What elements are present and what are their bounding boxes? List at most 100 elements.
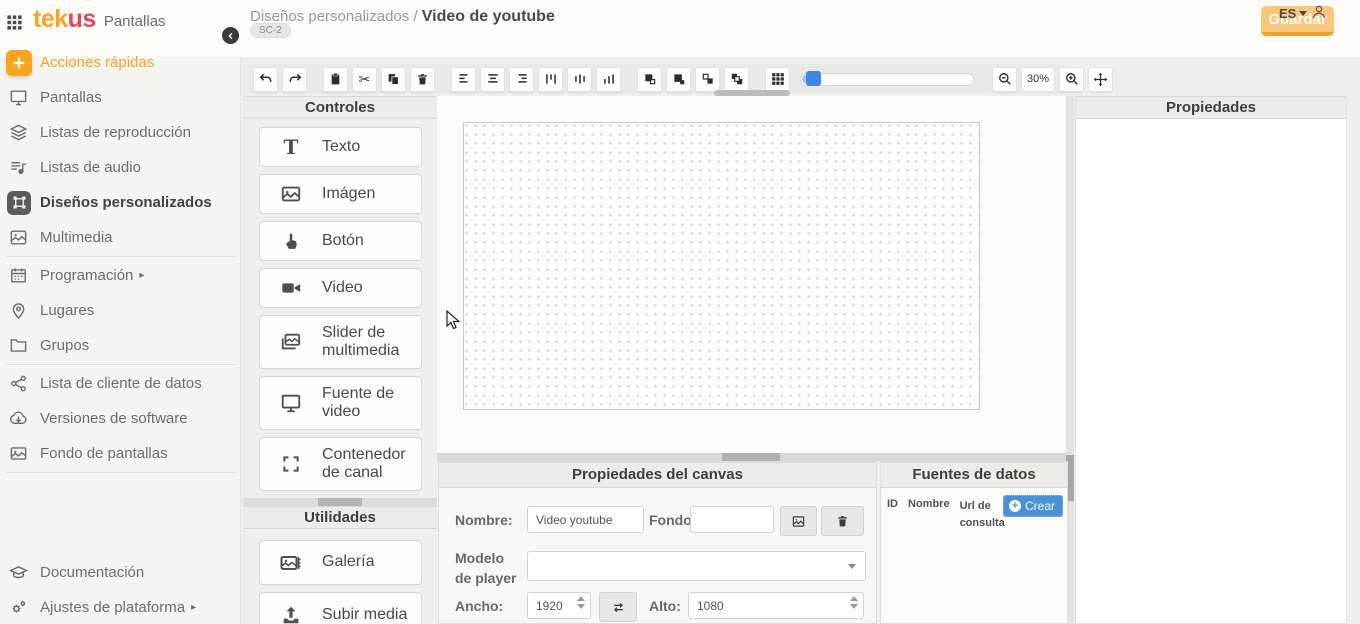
alto-input[interactable] xyxy=(689,593,853,618)
cut-button[interactable]: ✂ xyxy=(352,67,377,92)
transform-icon xyxy=(7,191,31,215)
sidebar-item-disenos-personalizados[interactable]: Diseños personalizados xyxy=(0,185,240,220)
grid-toggle-button[interactable] xyxy=(765,67,790,92)
fondo-input[interactable] xyxy=(690,506,774,533)
sidebar-item-grupos[interactable]: Grupos xyxy=(0,328,240,363)
utilities-panel-title: Utilidades xyxy=(243,506,437,529)
ancho-stepper[interactable] xyxy=(527,592,591,619)
design-canvas[interactable] xyxy=(463,122,980,410)
sidebar-item-versiones-software[interactable]: Versiones de software xyxy=(0,401,240,436)
logo-context-label: Pantallas xyxy=(104,13,166,30)
calendar-icon xyxy=(8,266,28,286)
paste-button[interactable] xyxy=(323,67,348,92)
alto-stepper[interactable] xyxy=(688,592,864,619)
send-to-back-icon xyxy=(730,72,744,86)
ancho-label: Ancho: xyxy=(455,598,503,614)
splitter-handle[interactable] xyxy=(722,453,780,461)
canvas-workspace[interactable] xyxy=(437,96,1066,453)
modelo-player-select[interactable] xyxy=(527,551,866,581)
align-right-button[interactable] xyxy=(509,67,534,92)
nombre-input[interactable] xyxy=(527,506,644,533)
waffle-menu-icon[interactable] xyxy=(6,14,23,31)
control-video-button[interactable]: Video xyxy=(259,268,422,308)
crear-button[interactable]: + Crear xyxy=(1003,495,1063,517)
zoom-slider[interactable] xyxy=(800,73,974,86)
sidebar-item-lista-cliente-datos[interactable]: Lista de cliente de datos xyxy=(0,366,240,401)
folder-icon xyxy=(8,336,28,356)
align-left-button[interactable] xyxy=(451,67,476,92)
fondo-image-button[interactable] xyxy=(780,506,817,536)
pan-move-button[interactable] xyxy=(1088,67,1113,92)
copy-button[interactable] xyxy=(381,67,406,92)
control-slider-multimedia-button[interactable]: Slider de multimedia xyxy=(259,315,422,369)
distribute-bottom-button[interactable] xyxy=(596,67,621,92)
sidebar-item-programacion[interactable]: Programación ▸ xyxy=(0,258,240,293)
pointer-hand-icon xyxy=(278,228,304,254)
send-backward-button[interactable] xyxy=(695,67,720,92)
distribute-top-button[interactable] xyxy=(538,67,563,92)
control-contenedor-canal-button[interactable]: Contenedor de canal xyxy=(259,437,422,491)
video-camera-icon xyxy=(278,275,304,301)
user-icon[interactable] xyxy=(1311,4,1327,20)
stepper-arrows-icon[interactable] xyxy=(847,596,861,609)
sidebar-item-listas-reproduccion[interactable]: Listas de reproducción xyxy=(0,115,240,150)
send-to-back-button[interactable] xyxy=(724,67,749,92)
distribute-bottom-icon xyxy=(602,72,616,86)
alto-label: Alto: xyxy=(649,598,681,614)
horizontal-scrollbar-thumb[interactable] xyxy=(714,90,790,96)
control-fuente-video-button[interactable]: Fuente de video xyxy=(259,376,422,430)
utility-galeria-button[interactable]: Galería xyxy=(259,540,422,585)
scissors-icon: ✂ xyxy=(359,72,371,86)
ancho-input[interactable] xyxy=(528,593,580,618)
audio-list-icon xyxy=(8,158,28,178)
logo-row: tekus Pantallas xyxy=(0,0,166,34)
undo-icon xyxy=(259,72,273,86)
sidebar-item-documentacion[interactable]: Documentación xyxy=(0,555,240,590)
bring-to-front-button[interactable] xyxy=(637,67,662,92)
map-pin-icon xyxy=(8,301,28,321)
redo-button[interactable] xyxy=(282,67,307,92)
splitter-handle[interactable] xyxy=(318,498,362,506)
sidebar-item-multimedia[interactable]: Multimedia xyxy=(0,220,240,255)
sidebar-item-lugares[interactable]: Lugares xyxy=(0,293,240,328)
delete-button[interactable] xyxy=(410,67,435,92)
column-url: Url de consulta xyxy=(960,498,1006,531)
text-icon: T xyxy=(278,134,304,160)
align-center-button[interactable] xyxy=(480,67,505,92)
chevron-down-icon xyxy=(1299,11,1307,16)
breadcrumb-separator: / xyxy=(413,8,417,25)
swap-dimensions-button[interactable] xyxy=(599,592,637,622)
sidebar-item-label: Lista de cliente de datos xyxy=(40,375,202,392)
sidebar-collapse-button[interactable] xyxy=(222,27,239,44)
utility-subir-media-button[interactable]: Subir media xyxy=(259,592,422,624)
column-nombre: Nombre xyxy=(908,498,950,531)
sidebar-item-listas-audio[interactable]: Listas de audio xyxy=(0,150,240,185)
app-logo[interactable]: tekus xyxy=(33,5,96,34)
move-icon xyxy=(1093,72,1108,87)
sidebar-item-fondo-pantallas[interactable]: Fondo de pantallas xyxy=(0,436,240,471)
zoom-out-button[interactable] xyxy=(992,67,1017,92)
control-imagen-button[interactable]: Imágen xyxy=(259,174,422,214)
screen-code-badge: SC-2 xyxy=(250,23,291,38)
data-nodes-icon xyxy=(8,374,28,394)
control-boton-button[interactable]: Botón xyxy=(259,221,422,261)
sidebar-item-pantallas[interactable]: Pantallas xyxy=(0,80,240,115)
language-selector[interactable]: ES xyxy=(1279,6,1307,21)
datasources-panel-title: Fuentes de datos xyxy=(881,462,1067,488)
sidebar-item-acciones-rapidas[interactable]: Acciones rápidas xyxy=(0,45,240,80)
corner-brackets-icon xyxy=(278,451,304,477)
bring-forward-button[interactable] xyxy=(666,67,691,92)
distribute-middle-button[interactable] xyxy=(567,67,592,92)
horizontal-panel-splitter[interactable] xyxy=(437,453,1066,461)
fondo-delete-button[interactable] xyxy=(821,506,864,536)
control-texto-button[interactable]: T Texto xyxy=(259,127,422,167)
cloud-download-icon xyxy=(8,409,28,429)
mouse-cursor-icon xyxy=(446,310,461,331)
zoom-in-button[interactable] xyxy=(1059,67,1084,92)
zoom-slider-thumb[interactable] xyxy=(806,71,821,86)
stepper-arrows-icon[interactable] xyxy=(574,596,588,609)
trash-icon xyxy=(416,72,429,86)
sidebar-item-ajustes-plataforma[interactable]: Ajustes de plataforma ▸ xyxy=(0,590,240,624)
panel-splitter[interactable] xyxy=(243,498,437,506)
undo-button[interactable] xyxy=(253,67,278,92)
